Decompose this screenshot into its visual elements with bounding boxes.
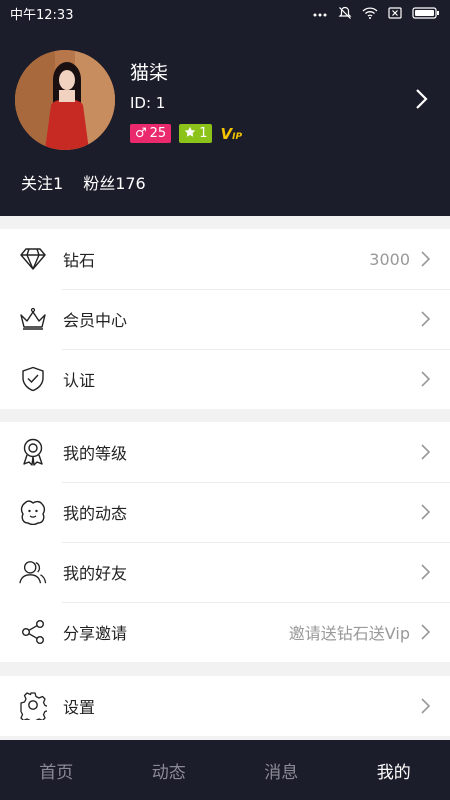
- level-badge: 1: [179, 124, 213, 143]
- avatar[interactable]: [15, 50, 115, 150]
- menu-item-membership[interactable]: 会员中心: [0, 289, 450, 349]
- friends-icon: [19, 558, 47, 586]
- diamond-icon: [19, 245, 47, 273]
- menu-item-diamond[interactable]: 钻石 3000: [0, 229, 450, 289]
- menu-item-settings[interactable]: 设置: [0, 676, 450, 736]
- following-count[interactable]: 关注1: [21, 170, 63, 194]
- chevron-right-icon: [421, 564, 431, 580]
- invite-hint: 邀请送钻石送Vip: [288, 624, 410, 643]
- more-dots-icon: [312, 7, 328, 19]
- mute-bell-icon: [338, 6, 352, 20]
- medal-icon: [19, 438, 47, 466]
- status-bar: 中午12:33: [0, 0, 450, 26]
- chevron-right-icon: [421, 311, 431, 327]
- tab-feed[interactable]: 动态: [113, 740, 226, 800]
- level-value: 1: [199, 126, 208, 141]
- menu-group-assets: 钻石 3000 会员中心 认证: [0, 229, 450, 409]
- menu-group-social: 我的等级 我的动态 我的好友 分享邀请 邀请送钻石送Vip: [0, 422, 450, 662]
- battery-icon: [412, 7, 440, 19]
- menu-item-my-level[interactable]: 我的等级: [0, 422, 450, 482]
- profile-header[interactable]: 猫柒 ID: 1 ♂ 25 1 VIP 关注1 粉丝176: [0, 26, 450, 216]
- vip-badge: VIP: [220, 124, 243, 143]
- wifi-icon: [362, 7, 378, 19]
- status-time: 中午12:33: [10, 7, 74, 23]
- face-icon: [19, 498, 47, 526]
- bottom-tab-bar: 首页 动态 消息 我的: [0, 740, 450, 800]
- chevron-right-icon: [421, 444, 431, 460]
- user-id: ID: 1: [130, 94, 166, 112]
- share-icon: [19, 618, 47, 646]
- chevron-right-icon: [421, 624, 431, 640]
- follow-stats: 关注1 粉丝176: [21, 170, 146, 194]
- menu-item-share-invite[interactable]: 分享邀请 邀请送钻石送Vip: [0, 602, 450, 662]
- tab-home[interactable]: 首页: [0, 740, 113, 800]
- username: 猫柒: [130, 62, 169, 84]
- chevron-right-icon: [421, 371, 431, 387]
- chevron-right-icon: [421, 251, 431, 267]
- tab-messages[interactable]: 消息: [225, 740, 338, 800]
- menu-item-my-friends[interactable]: 我的好友: [0, 542, 450, 602]
- menu-item-verification[interactable]: 认证: [0, 349, 450, 409]
- star-icon: [184, 126, 196, 142]
- chevron-right-icon[interactable]: [414, 88, 428, 114]
- gender-age-badge: ♂ 25: [130, 124, 172, 143]
- chevron-right-icon: [421, 504, 431, 520]
- male-icon: ♂: [135, 126, 147, 141]
- no-sim-icon: [388, 7, 402, 19]
- menu-item-my-posts[interactable]: 我的动态: [0, 482, 450, 542]
- chevron-right-icon: [421, 698, 431, 714]
- badge-row: ♂ 25 1 VIP: [130, 124, 242, 143]
- fans-count[interactable]: 粉丝176: [83, 170, 146, 194]
- age-value: 25: [149, 126, 167, 141]
- tab-mine[interactable]: 我的: [338, 740, 450, 800]
- diamond-balance: 3000: [369, 249, 410, 269]
- crown-icon: [19, 305, 47, 333]
- menu-group-settings: 设置: [0, 676, 450, 736]
- shield-check-icon: [19, 365, 47, 393]
- gear-icon: [19, 692, 47, 720]
